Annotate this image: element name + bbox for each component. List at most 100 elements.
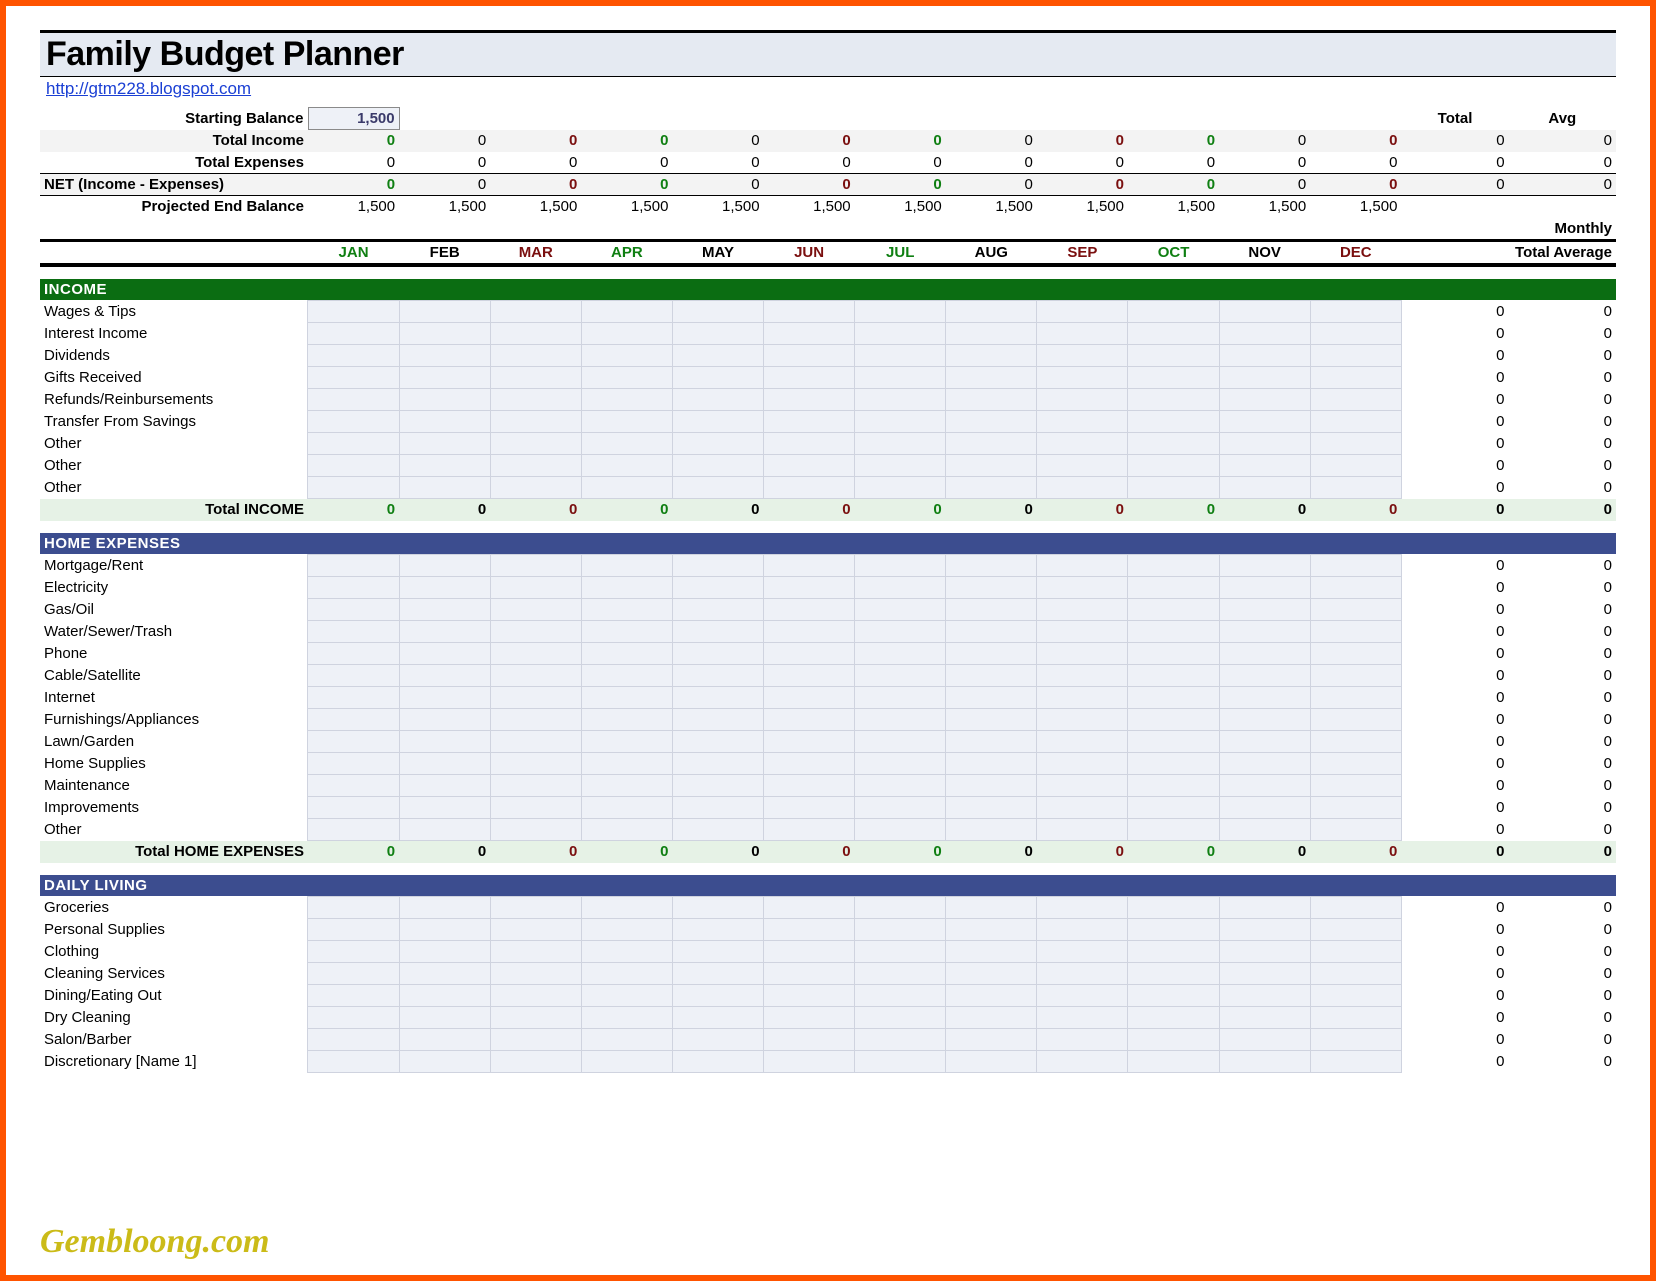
data-cell[interactable]: [855, 963, 946, 985]
data-cell[interactable]: [1219, 819, 1310, 841]
data-cell[interactable]: [1219, 1051, 1310, 1073]
data-cell[interactable]: [672, 643, 763, 665]
data-cell[interactable]: [1037, 665, 1128, 687]
data-cell[interactable]: [308, 345, 399, 367]
data-cell[interactable]: [308, 709, 399, 731]
data-cell[interactable]: [490, 919, 581, 941]
data-cell[interactable]: [581, 753, 672, 775]
data-cell[interactable]: [1310, 963, 1401, 985]
data-cell[interactable]: [308, 819, 399, 841]
data-cell[interactable]: [946, 577, 1037, 599]
data-cell[interactable]: [581, 367, 672, 389]
data-cell[interactable]: [1310, 775, 1401, 797]
data-cell[interactable]: [946, 389, 1037, 411]
data-cell[interactable]: [764, 775, 855, 797]
data-cell[interactable]: [764, 643, 855, 665]
data-cell[interactable]: [946, 1007, 1037, 1029]
data-cell[interactable]: [672, 367, 763, 389]
data-cell[interactable]: [946, 709, 1037, 731]
data-cell[interactable]: [581, 665, 672, 687]
data-cell[interactable]: [1128, 301, 1219, 323]
data-cell[interactable]: [1037, 643, 1128, 665]
data-cell[interactable]: [490, 433, 581, 455]
data-cell[interactable]: [1128, 941, 1219, 963]
data-cell[interactable]: [672, 577, 763, 599]
data-cell[interactable]: [399, 455, 490, 477]
data-cell[interactable]: [1037, 797, 1128, 819]
data-cell[interactable]: [1219, 963, 1310, 985]
data-cell[interactable]: [946, 897, 1037, 919]
data-cell[interactable]: [764, 389, 855, 411]
data-cell[interactable]: [672, 555, 763, 577]
data-cell[interactable]: [1037, 819, 1128, 841]
data-cell[interactable]: [946, 1051, 1037, 1073]
data-cell[interactable]: [308, 985, 399, 1007]
data-cell[interactable]: [1310, 985, 1401, 1007]
data-cell[interactable]: [1128, 665, 1219, 687]
data-cell[interactable]: [1310, 643, 1401, 665]
data-cell[interactable]: [581, 985, 672, 1007]
data-cell[interactable]: [764, 897, 855, 919]
data-cell[interactable]: [946, 985, 1037, 1007]
data-cell[interactable]: [946, 621, 1037, 643]
data-cell[interactable]: [946, 919, 1037, 941]
data-cell[interactable]: [399, 411, 490, 433]
data-cell[interactable]: [946, 323, 1037, 345]
data-cell[interactable]: [399, 477, 490, 499]
data-cell[interactable]: [308, 665, 399, 687]
data-cell[interactable]: [1128, 455, 1219, 477]
data-cell[interactable]: [855, 941, 946, 963]
data-cell[interactable]: [399, 941, 490, 963]
data-cell[interactable]: [855, 985, 946, 1007]
starting-balance-input[interactable]: 1,500: [308, 108, 399, 130]
data-cell[interactable]: [946, 797, 1037, 819]
data-cell[interactable]: [946, 665, 1037, 687]
data-cell[interactable]: [764, 963, 855, 985]
data-cell[interactable]: [1128, 963, 1219, 985]
data-cell[interactable]: [581, 577, 672, 599]
data-cell[interactable]: [1310, 941, 1401, 963]
data-cell[interactable]: [1219, 731, 1310, 753]
data-cell[interactable]: [1219, 643, 1310, 665]
data-cell[interactable]: [399, 1007, 490, 1029]
data-cell[interactable]: [855, 919, 946, 941]
data-cell[interactable]: [1310, 345, 1401, 367]
data-cell[interactable]: [855, 433, 946, 455]
data-cell[interactable]: [308, 599, 399, 621]
data-cell[interactable]: [490, 753, 581, 775]
data-cell[interactable]: [1310, 687, 1401, 709]
data-cell[interactable]: [1310, 621, 1401, 643]
data-cell[interactable]: [308, 1051, 399, 1073]
data-cell[interactable]: [764, 1051, 855, 1073]
data-cell[interactable]: [1310, 919, 1401, 941]
data-cell[interactable]: [672, 753, 763, 775]
data-cell[interactable]: [490, 731, 581, 753]
data-cell[interactable]: [946, 345, 1037, 367]
data-cell[interactable]: [1128, 709, 1219, 731]
data-cell[interactable]: [399, 345, 490, 367]
data-cell[interactable]: [490, 555, 581, 577]
data-cell[interactable]: [1219, 897, 1310, 919]
data-cell[interactable]: [1128, 345, 1219, 367]
data-cell[interactable]: [490, 301, 581, 323]
data-cell[interactable]: [855, 687, 946, 709]
data-cell[interactable]: [581, 455, 672, 477]
data-cell[interactable]: [1310, 897, 1401, 919]
data-cell[interactable]: [308, 643, 399, 665]
data-cell[interactable]: [1037, 1029, 1128, 1051]
data-cell[interactable]: [855, 323, 946, 345]
data-cell[interactable]: [581, 797, 672, 819]
data-cell[interactable]: [308, 301, 399, 323]
data-cell[interactable]: [1310, 301, 1401, 323]
data-cell[interactable]: [1037, 709, 1128, 731]
data-cell[interactable]: [308, 1007, 399, 1029]
data-cell[interactable]: [399, 687, 490, 709]
data-cell[interactable]: [1219, 1029, 1310, 1051]
data-cell[interactable]: [1219, 389, 1310, 411]
data-cell[interactable]: [308, 731, 399, 753]
data-cell[interactable]: [764, 985, 855, 1007]
data-cell[interactable]: [1037, 775, 1128, 797]
data-cell[interactable]: [1310, 599, 1401, 621]
data-cell[interactable]: [308, 555, 399, 577]
data-cell[interactable]: [764, 1007, 855, 1029]
